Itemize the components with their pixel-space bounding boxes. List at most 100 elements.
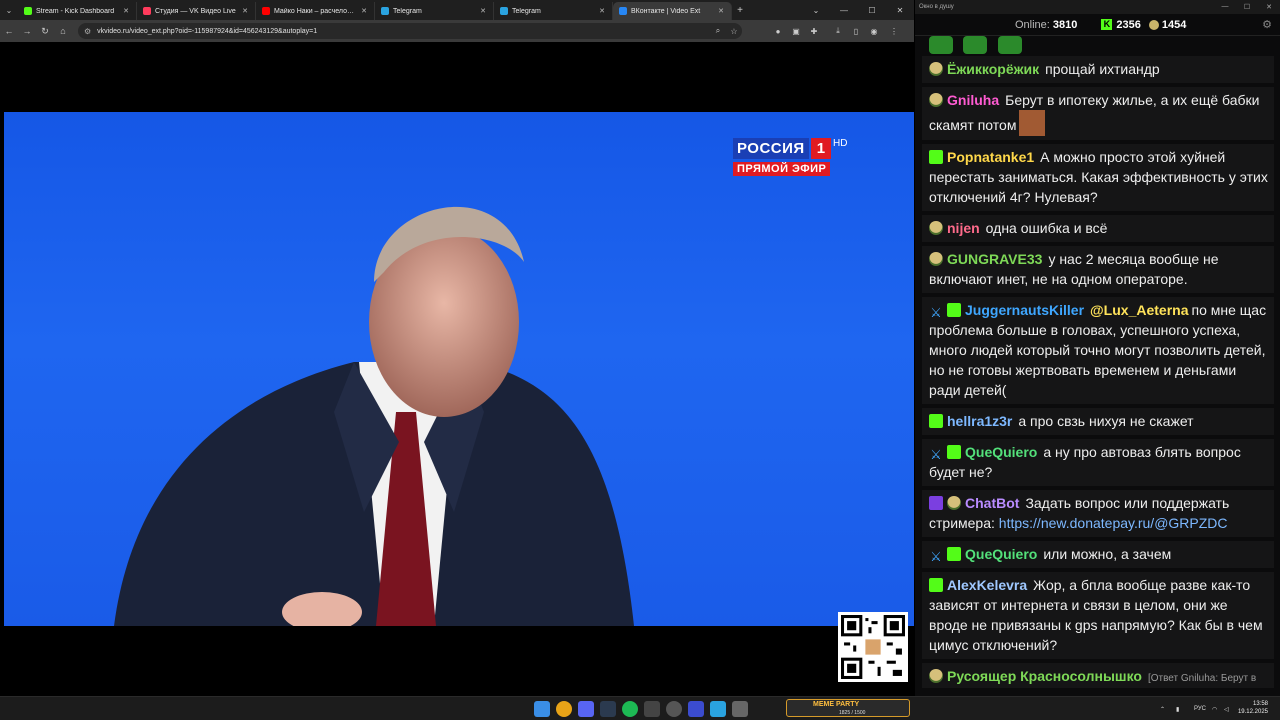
browser-tab[interactable]: Stream - Kick Dashboard ✕	[18, 2, 137, 20]
app-icon[interactable]	[644, 701, 660, 717]
emote-row	[922, 36, 1274, 56]
close-window-button[interactable]: ✕	[886, 0, 914, 20]
chat-message-text: прощай ихтиандр	[1045, 61, 1160, 77]
maximize-button[interactable]: ☐	[858, 0, 886, 20]
hd-label: HD	[833, 138, 848, 149]
qr-code	[838, 612, 908, 682]
site-info-icon[interactable]: ⚙	[84, 27, 91, 36]
emote-icon	[963, 36, 988, 54]
chat-message-text: одна ошибка и всё	[985, 220, 1108, 236]
extension-icon[interactable]: ●	[770, 23, 786, 39]
kick-badge-icon	[947, 547, 961, 561]
tab-list-icon[interactable]: ⌄	[802, 0, 830, 20]
volume-icon[interactable]: ◁	[1224, 697, 1229, 720]
extension-icon[interactable]: ▣	[788, 23, 804, 39]
chat-username[interactable]: nijen	[947, 220, 980, 236]
bot-badge-icon	[929, 496, 943, 510]
chat-titlebar: Окно в душу — ☐ ✕	[915, 0, 1280, 14]
chat-username[interactable]: ChatBot	[965, 495, 1019, 511]
menu-icon[interactable]: ⋮	[886, 23, 902, 39]
chat-message-text: или можно, а зачем	[1043, 546, 1172, 562]
steam-icon[interactable]	[600, 701, 616, 717]
media-player-icon[interactable]	[688, 701, 704, 717]
chat-username[interactable]: QueQuiero	[965, 546, 1037, 562]
forward-icon[interactable]: →	[18, 20, 36, 42]
chrome-icon[interactable]	[556, 701, 572, 717]
tray-chevron-icon[interactable]: ⌃	[1160, 697, 1165, 720]
chat-window-title: Окно в душу	[919, 4, 954, 10]
minimize-button[interactable]: —	[830, 0, 858, 20]
tab-close-icon[interactable]: ✕	[241, 7, 249, 15]
face-badge-icon	[929, 669, 943, 683]
wifi-icon[interactable]: ◠	[1212, 697, 1217, 720]
obs-icon[interactable]	[666, 701, 682, 717]
browser-tab[interactable]: Студия — VK Видео Live ✕	[137, 2, 256, 20]
address-bar[interactable]: ⚙ vkvideo.ru/video_ext.php?oid=-11598792…	[78, 23, 742, 39]
close-window-button[interactable]: ✕	[1258, 3, 1280, 11]
speaker-figure	[114, 206, 634, 626]
tab-favicon-icon	[381, 7, 389, 15]
chat-mention[interactable]: @Lux_Aeterna	[1090, 302, 1188, 318]
chat-message-text: а про свзь нихуя не скажет	[1018, 413, 1194, 429]
settings-icon[interactable]: ⚙	[1262, 18, 1272, 31]
network-icon[interactable]: ▮	[1176, 697, 1179, 720]
tab-close-icon[interactable]: ✕	[360, 7, 368, 15]
start-icon[interactable]	[534, 701, 550, 717]
chat-username[interactable]: Русоящер Красносолнышко	[947, 668, 1142, 684]
meme-party-widget[interactable]: MEME PARTY 1825 / 1500	[786, 699, 910, 717]
chat-message-list[interactable]: Ёжиккорёжик прощай ихтиандр Gniluha Берут в…	[922, 36, 1274, 688]
chat-username[interactable]: Ёжиккорёжик	[947, 61, 1039, 77]
kick-viewers: K 2356	[1101, 19, 1141, 31]
download-icon[interactable]: ⤓	[830, 23, 846, 39]
maximize-button[interactable]: ☐	[1236, 3, 1258, 11]
tab-close-icon[interactable]: ✕	[598, 7, 606, 15]
channel-number: 1	[810, 138, 832, 159]
browser-tab[interactable]: Telegram ✕	[375, 2, 494, 20]
bookmark-star-icon[interactable]: ☆	[726, 27, 742, 36]
browser-tab[interactable]: ВКонтакте | Video Ext ✕	[613, 2, 732, 20]
clock-time: 13:58	[1252, 701, 1268, 707]
chat-username[interactable]: AlexKelevra	[947, 577, 1027, 593]
tab-strip: ⌄ Stream - Kick Dashboard ✕ Студия — VK Ви…	[0, 0, 914, 20]
spotify-icon[interactable]	[622, 701, 638, 717]
chat-message: ⚔ QueQuiero а ну про автоваз блять вопрос …	[922, 439, 1274, 486]
reload-icon[interactable]: ↻	[36, 20, 54, 42]
tab-close-icon[interactable]: ✕	[717, 7, 725, 15]
sidepanel-icon[interactable]: ▯	[848, 23, 864, 39]
chat-username[interactable]: Popnatanke1	[947, 149, 1034, 165]
tab-close-icon[interactable]: ✕	[122, 7, 130, 15]
telegram-icon[interactable]	[710, 701, 726, 717]
chat-message: ⚔ JuggernautsKiller @Lux_Aeterna по мне щас…	[922, 297, 1274, 404]
home-icon[interactable]: ⌂	[54, 20, 72, 42]
minimize-button[interactable]: —	[1214, 3, 1236, 11]
kick-badge-icon	[929, 414, 943, 428]
app-icon[interactable]	[732, 701, 748, 717]
tab-close-icon[interactable]: ✕	[479, 7, 487, 15]
window-controls: ⌄ — ☐ ✕	[802, 0, 914, 20]
extensions-puzzle-icon[interactable]: ✚	[806, 23, 822, 39]
chat-username[interactable]: Gniluha	[947, 92, 999, 108]
tab-search-icon[interactable]: ⌄	[0, 0, 18, 20]
video-player[interactable]: РОССИЯ 1 HD ПРЯМОЙ ЭФИР	[0, 42, 914, 696]
chat-message: nijen одна ошибка и всё	[922, 215, 1274, 242]
profile-icon[interactable]: ◉	[866, 23, 882, 39]
back-icon[interactable]: ←	[0, 20, 18, 42]
browser-tab[interactable]: Майко Наки – расчеловечивание…✕	[256, 2, 375, 20]
chat-link[interactable]: https://new.donatepay.ru/@GRPZDC	[999, 515, 1228, 531]
chat-username[interactable]: GUNGRAVE33	[947, 251, 1042, 267]
zoom-icon[interactable]: ⌕	[710, 26, 726, 36]
new-tab-button[interactable]: +	[732, 5, 748, 16]
language-indicator[interactable]: РУС	[1194, 697, 1206, 720]
tab-favicon-icon	[619, 7, 627, 15]
chat-username[interactable]: hellra1z3r	[947, 413, 1012, 429]
clock-date: 19.12.2025	[1237, 709, 1268, 715]
kick-logo-icon: K	[1101, 19, 1113, 30]
chat-username[interactable]: JuggernautsKiller	[965, 302, 1084, 318]
taskbar: MEME PARTY 1825 / 1500 ⌃ ▮ РУС ◠ ◁ 13:58…	[0, 696, 1280, 720]
discord-icon[interactable]	[578, 701, 594, 717]
chat-username[interactable]: QueQuiero	[965, 444, 1037, 460]
browser-tab[interactable]: Telegram ✕	[494, 2, 613, 20]
other-viewers: 1454	[1148, 19, 1186, 31]
clock[interactable]: 13:58 19.12.2025	[1238, 700, 1268, 716]
kick-badge-icon	[947, 303, 961, 317]
